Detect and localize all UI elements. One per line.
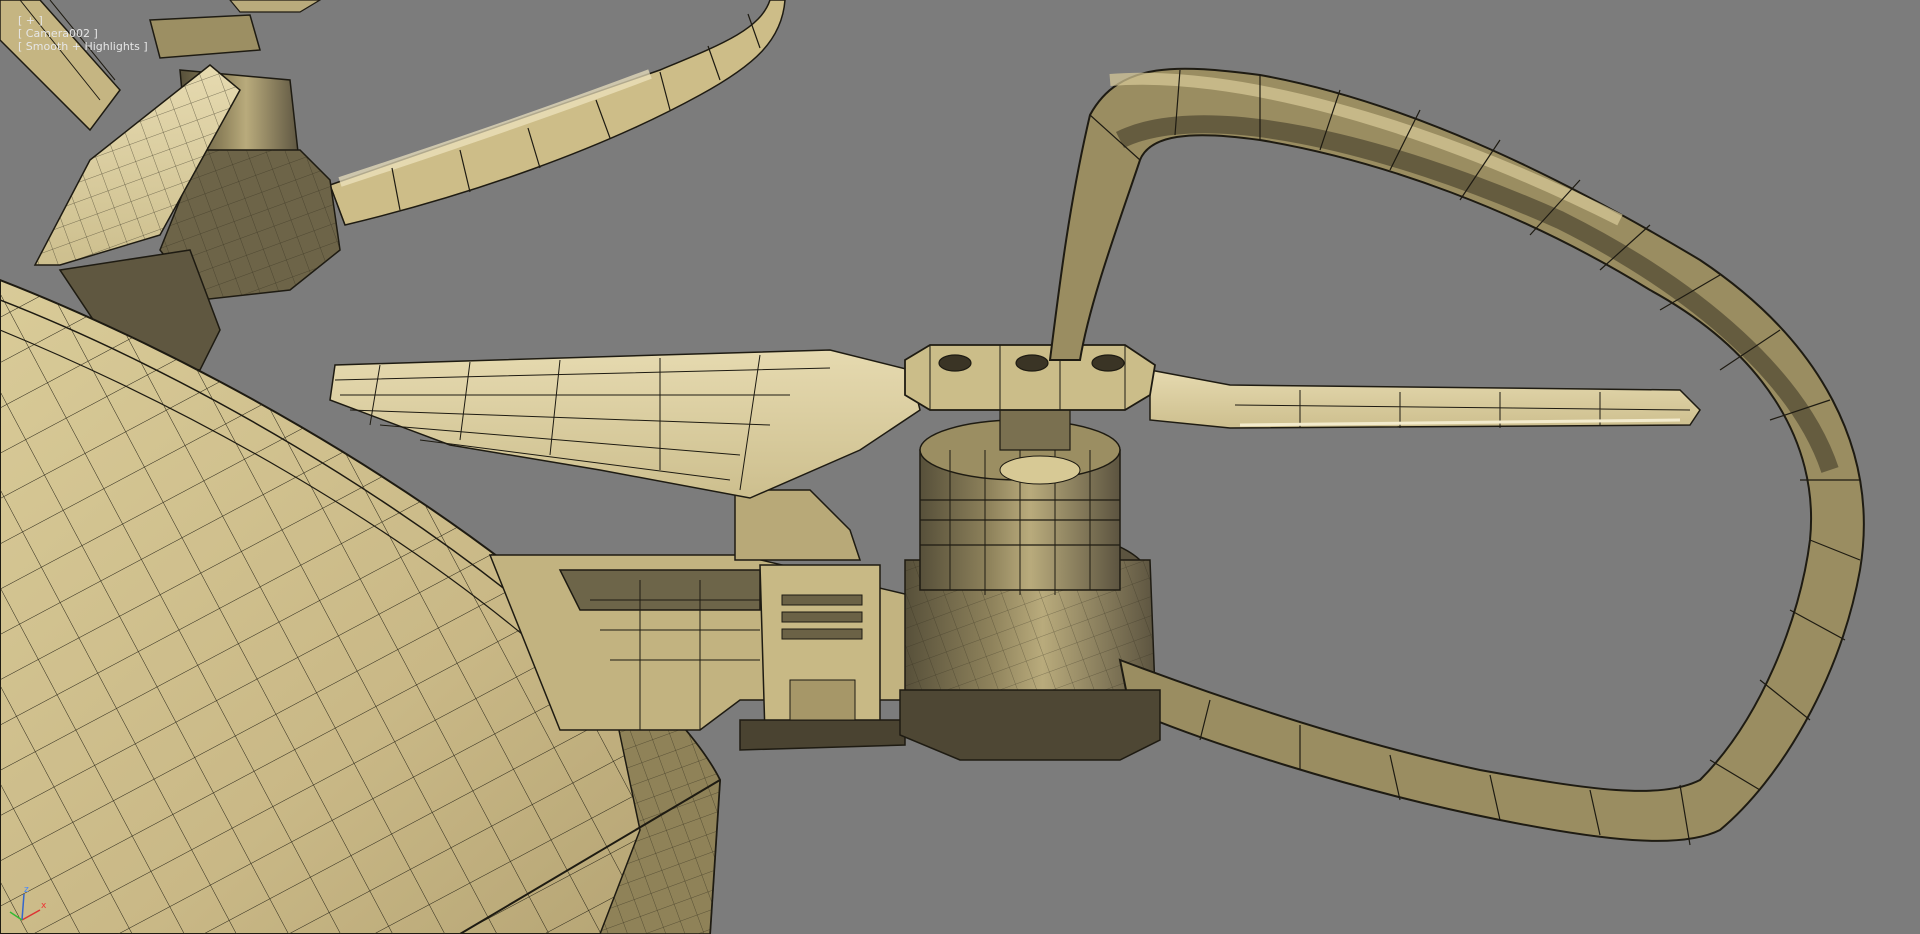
- viewport-shading-menu[interactable]: [ Smooth + Highlights ]: [18, 40, 148, 53]
- axis-z-line: [21, 893, 25, 921]
- drone-wireframe-scene[interactable]: [0, 0, 1920, 934]
- axis-y-line: [9, 911, 23, 921]
- main-guard-ring: [1048, 67, 1865, 846]
- axis-gizmo: x z: [9, 885, 47, 921]
- motor-base: [899, 689, 1161, 761]
- prop-hub-screws: [938, 354, 1125, 372]
- 3d-viewport[interactable]: [ + ] [ Camera002 ] [ Smooth + Highlight…: [0, 0, 1920, 934]
- axis-x-label: x: [41, 901, 47, 911]
- viewport-label: [ + ] [ Camera002 ] [ Smooth + Highlight…: [4, 1, 148, 66]
- axis-z-label: z: [24, 885, 29, 895]
- upper-guard-ring: [329, 0, 786, 226]
- viewport-plus-menu[interactable]: [ + ]: [18, 14, 43, 27]
- viewport-camera-menu[interactable]: [ Camera002 ]: [18, 27, 98, 40]
- axis-x-line: [21, 909, 41, 921]
